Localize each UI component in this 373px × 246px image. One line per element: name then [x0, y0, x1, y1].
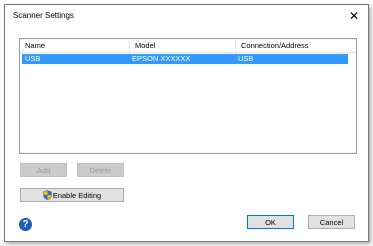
row-connection: USB	[238, 54, 254, 63]
cancel-button[interactable]: Cancel	[308, 215, 355, 229]
row-model: EPSON XXXXXX	[132, 54, 191, 63]
list-item[interactable]: USB EPSON XXXXXX USB	[22, 54, 348, 64]
add-button[interactable]: Add	[20, 163, 67, 177]
column-header-connection[interactable]: Connection/Address	[235, 39, 356, 52]
enable-editing-label: Enable Editing	[52, 190, 102, 200]
title-bar: Scanner Settings ✕	[5, 5, 368, 27]
shield-icon	[43, 190, 52, 201]
row-name: USB	[25, 54, 41, 63]
delete-button[interactable]: Delete	[77, 163, 124, 177]
column-header-name[interactable]: Name	[20, 39, 129, 52]
window-title: Scanner Settings	[13, 11, 74, 20]
enable-editing-button[interactable]: Enable Editing	[20, 188, 124, 202]
scanner-list[interactable]: Name Model Connection/Address USB EPSON …	[19, 38, 357, 154]
list-header: Name Model Connection/Address	[20, 39, 356, 53]
column-header-model[interactable]: Model	[129, 39, 235, 52]
help-icon[interactable]: ?	[19, 218, 32, 231]
scanner-settings-dialog: Scanner Settings ✕ Name Model Connection…	[4, 4, 369, 242]
close-icon[interactable]: ✕	[346, 9, 362, 23]
ok-button[interactable]: OK	[247, 215, 294, 229]
